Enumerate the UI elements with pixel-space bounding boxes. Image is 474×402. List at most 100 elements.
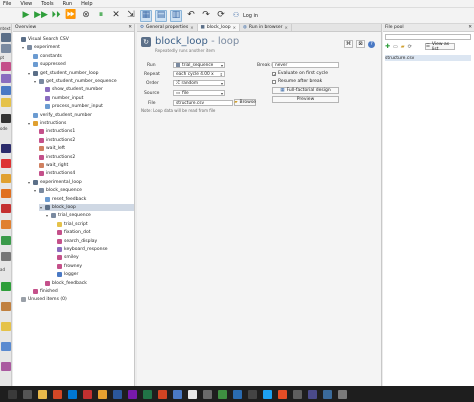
close-icon[interactable]: ✕ <box>190 25 193 30</box>
expand-arrow-icon[interactable]: ▾ <box>39 205 43 210</box>
filepool-toggle-icon[interactable]: ▤ <box>155 9 167 22</box>
preview-button[interactable]: Preview <box>272 96 339 103</box>
menu-tools[interactable]: Tools <box>41 1 53 7</box>
expand-arrow-icon[interactable]: ▾ <box>27 180 31 185</box>
tree-item[interactable]: smiley <box>51 254 134 261</box>
app-icon[interactable] <box>308 389 317 399</box>
tab-run-in-browser[interactable]: ◍ Run in browser ✕ <box>240 24 292 31</box>
tree-item[interactable]: finished <box>27 288 134 295</box>
rating-item-icon[interactable] <box>1 322 11 331</box>
login-button[interactable]: Log in <box>243 13 258 19</box>
close-button[interactable]: ⊠ <box>356 40 365 48</box>
source-select[interactable]: ▭ file ▾ <box>173 90 225 96</box>
remove-file-icon[interactable]: ▭ <box>393 44 398 50</box>
tree-item[interactable]: logger <box>51 271 134 278</box>
onenote-icon[interactable] <box>128 389 137 399</box>
redo-icon[interactable]: ↷ <box>200 10 212 22</box>
stop-icon[interactable]: ⊗ <box>80 10 92 22</box>
tree-item[interactable]: reset_feedback <box>39 196 134 203</box>
clock-item-icon[interactable] <box>1 114 11 123</box>
app-icon[interactable] <box>218 389 227 399</box>
browse-button[interactable]: ▰ Browse <box>234 99 256 106</box>
tree-item[interactable]: number_input <box>39 95 134 102</box>
form-item-icon[interactable] <box>1 236 11 245</box>
file-pool-search-input[interactable] <box>385 34 471 40</box>
app-icon[interactable] <box>98 389 107 399</box>
tree-item[interactable]: frowney <box>51 263 134 270</box>
resume-after-break-checkbox[interactable]: Resume after break <box>272 79 322 84</box>
menu-view[interactable]: View <box>20 1 32 7</box>
tree-item[interactable]: Unused items (0) <box>15 296 134 303</box>
item-description[interactable]: Repeatedly runs another item <box>155 48 215 53</box>
view-as-list-button[interactable]: ☰ View as list <box>424 42 455 52</box>
tree-item[interactable]: block_feedback <box>39 280 134 287</box>
folder-icon[interactable]: ▰ <box>401 44 405 50</box>
undo-icon[interactable]: ↶ <box>185 10 197 22</box>
media-item-icon[interactable] <box>1 220 11 229</box>
notepad-item-icon[interactable] <box>1 342 11 351</box>
view-toggle-button[interactable]: ⌘ <box>344 40 353 48</box>
refresh-icon[interactable]: ⟳ <box>408 44 412 50</box>
tree-item[interactable]: ▾ get_student_number_loop <box>27 70 134 77</box>
close-icon[interactable]: ✕ <box>233 25 236 30</box>
close-all-icon[interactable]: ✕ <box>110 10 122 22</box>
order-select[interactable]: ⤮ random ▾ <box>173 80 225 86</box>
plugin-item-icon[interactable] <box>1 252 11 261</box>
tab-block-loop[interactable]: ■ block_loop ✕ <box>197 24 240 31</box>
sampler-item-icon[interactable] <box>1 189 11 198</box>
expand-arrow-icon[interactable]: ▾ <box>27 121 31 126</box>
collapse-icon[interactable]: ⇲ <box>125 10 137 22</box>
expand-arrow-icon[interactable]: ▾ <box>27 71 31 76</box>
tree-item[interactable]: suppressed <box>27 61 134 68</box>
run-window-icon[interactable]: ▶▶ <box>34 10 48 22</box>
logger-item-icon[interactable] <box>1 86 11 95</box>
search-icon[interactable] <box>8 389 17 399</box>
tree-item[interactable]: ▾ experiment <box>21 44 134 51</box>
tree-item[interactable]: show_student_number <box>39 86 134 93</box>
variables-toggle-icon[interactable]: ▥ <box>170 9 182 22</box>
app-icon[interactable] <box>53 389 62 399</box>
joystick-item-icon[interactable] <box>1 144 11 153</box>
help-icon[interactable]: ? <box>368 40 375 48</box>
tree-item[interactable]: process_number_input <box>39 103 134 110</box>
loop-item-icon[interactable] <box>1 33 11 42</box>
tree-item[interactable]: constants <box>27 53 134 60</box>
app-icon[interactable] <box>188 389 197 399</box>
sequence-item-icon[interactable] <box>1 44 11 53</box>
feedback-item-icon[interactable] <box>1 174 11 183</box>
break-if-input[interactable]: never <box>272 62 339 68</box>
word-icon[interactable] <box>113 389 122 399</box>
item-name[interactable]: block_loop - loop <box>155 36 239 47</box>
reload-icon[interactable]: ⟳ <box>215 10 227 22</box>
app-icon[interactable] <box>263 389 272 399</box>
tree-item[interactable]: ▾ instructions <box>27 120 134 127</box>
tree-item[interactable]: instructions2 <box>33 137 134 144</box>
expand-arrow-icon[interactable]: ▾ <box>33 79 37 84</box>
sound-item-icon[interactable] <box>1 159 11 168</box>
tab-general-properties[interactable]: ⚙ General properties ✕ <box>137 24 198 31</box>
evaluate-first-cycle-checkbox[interactable]: ✓ Evaluate on first cycle <box>272 71 328 76</box>
task-view-icon[interactable] <box>23 389 32 399</box>
response-item-icon[interactable] <box>1 74 11 83</box>
expand-arrow-icon[interactable]: ▾ <box>21 45 25 50</box>
expand-arrow-icon[interactable]: ▾ <box>33 188 37 193</box>
app-icon[interactable] <box>203 389 212 399</box>
close-icon[interactable]: ✕ <box>468 25 472 30</box>
close-icon[interactable]: ✕ <box>128 25 132 30</box>
tree-item[interactable]: wait_left <box>33 145 134 152</box>
file-pool-item[interactable]: structure.csv <box>385 55 471 61</box>
expand-arrow-icon[interactable]: ▾ <box>45 213 49 218</box>
app-icon[interactable] <box>338 389 347 399</box>
mail-icon[interactable] <box>68 389 77 399</box>
run-fullscreen-icon[interactable]: ▶ <box>20 10 32 22</box>
opensesame-icon[interactable] <box>323 389 332 399</box>
app-icon[interactable] <box>233 389 242 399</box>
app-icon[interactable] <box>278 389 287 399</box>
run-browser-icon[interactable]: ⏩ <box>65 10 77 22</box>
tree-item[interactable]: Visual Search CSV <box>15 36 134 43</box>
menu-file[interactable]: File <box>3 1 11 7</box>
menu-run[interactable]: Run <box>63 1 73 7</box>
pause-icon[interactable]: ⏸ <box>95 10 107 22</box>
excel-icon[interactable] <box>143 389 152 399</box>
powerpoint-icon[interactable] <box>158 389 167 399</box>
